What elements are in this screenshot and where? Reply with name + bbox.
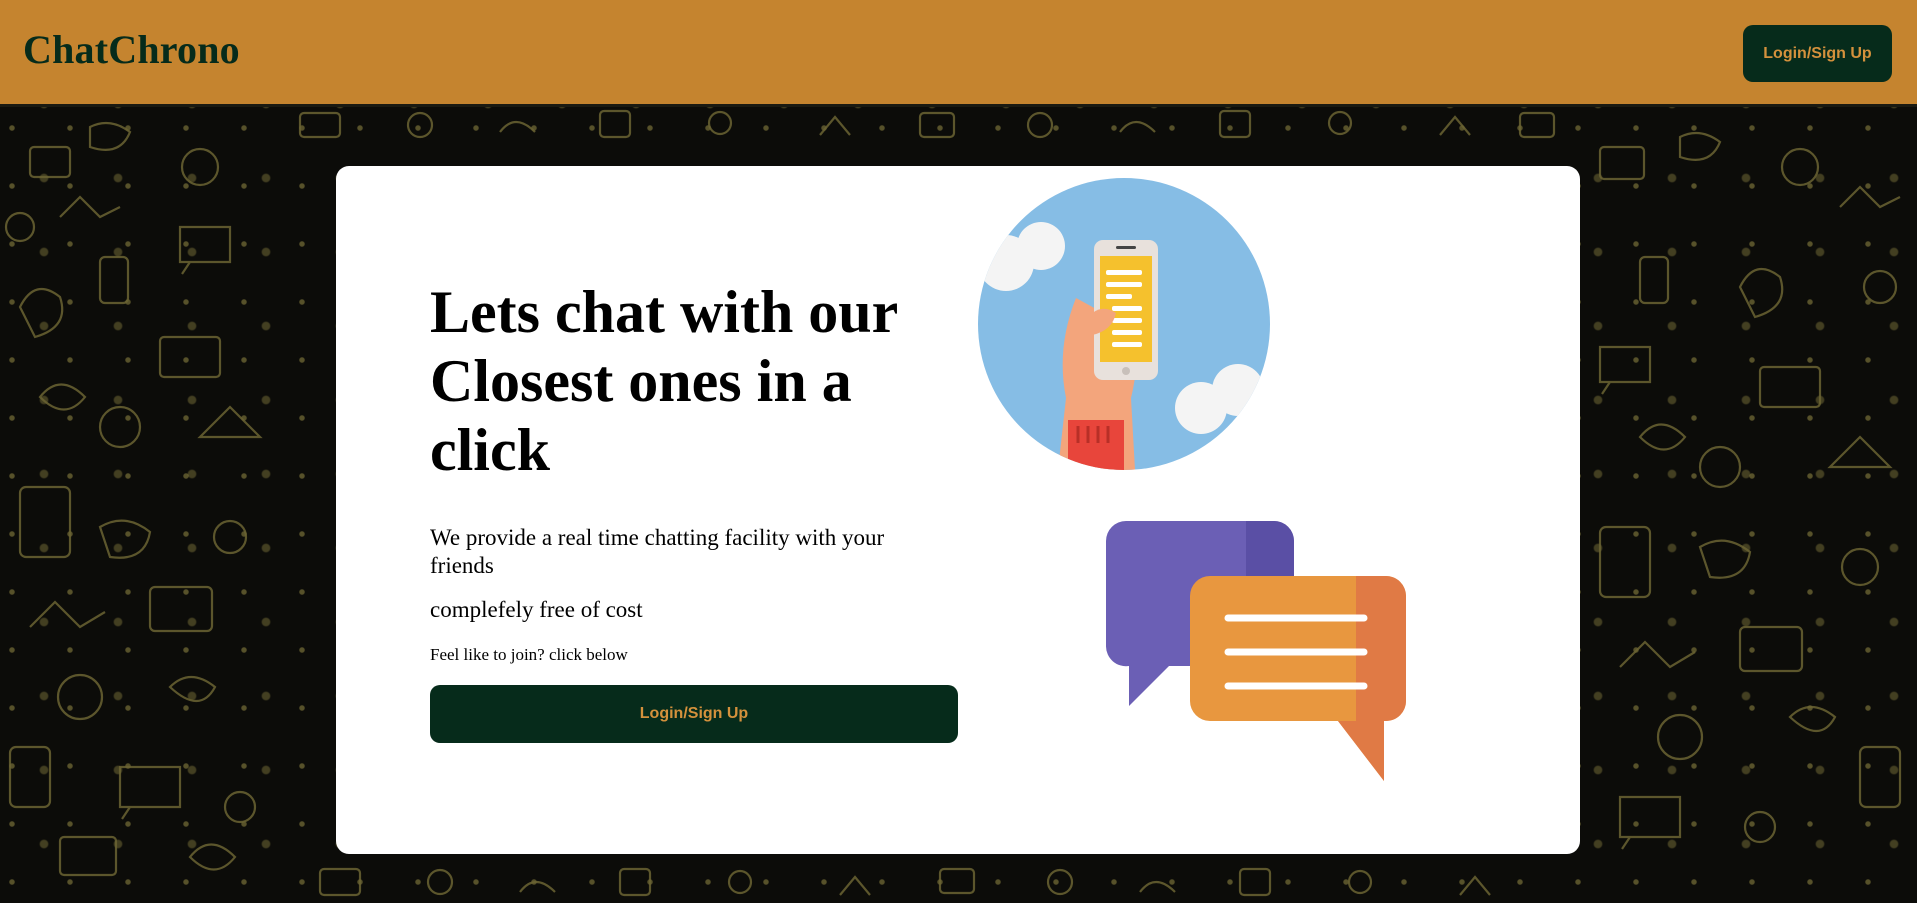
login-signup-button[interactable]: Login/Sign Up <box>1743 25 1892 82</box>
chat-bubbles-icon <box>1106 521 1406 781</box>
top-navbar: ChatChrono Login/Sign Up <box>0 0 1917 107</box>
hero-card: Lets chat with our Closest ones in a cli… <box>336 166 1580 854</box>
hero-login-signup-button[interactable]: Login/Sign Up <box>430 685 958 743</box>
hero-headline: Lets chat with our Closest ones in a cli… <box>430 279 898 483</box>
hero-join-prompt: Feel like to join? click below <box>430 645 628 664</box>
hero-description: We provide a real time chatting facility… <box>430 525 885 578</box>
hand-holding-phone-icon <box>978 178 1270 470</box>
brand-logo[interactable]: ChatChrono <box>23 26 240 73</box>
hero-free-text: complefely free of cost <box>430 597 643 622</box>
